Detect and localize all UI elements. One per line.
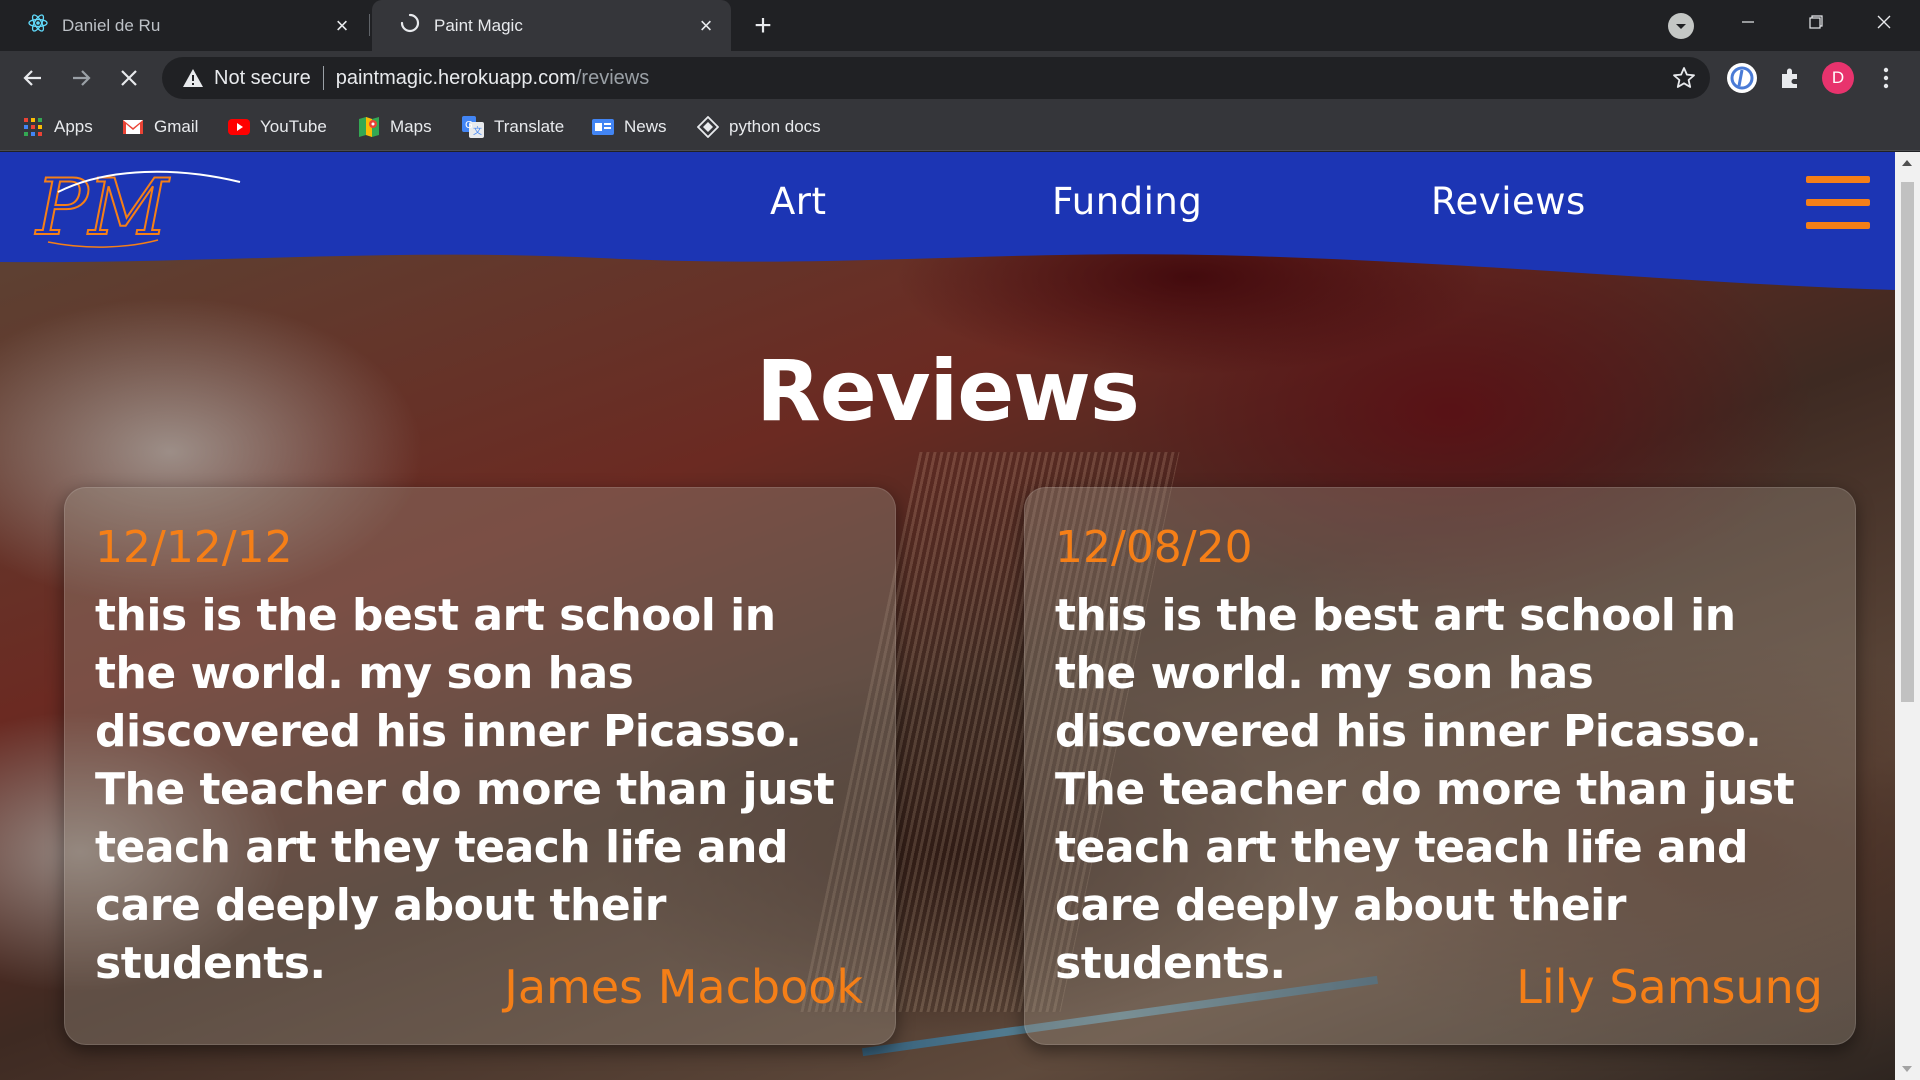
tab-daniel-de-ru[interactable]: Daniel de Ru ×	[0, 0, 367, 51]
bookmark-label: Apps	[54, 117, 93, 136]
svg-text:G: G	[465, 120, 473, 131]
browser-toolbar: Not secure paintmagic.herokuapp.com/revi…	[0, 51, 1920, 104]
nav-link-funding[interactable]: Funding	[1052, 180, 1202, 223]
close-window-button[interactable]	[1850, 0, 1918, 44]
bookmark-news[interactable]: News	[592, 104, 667, 150]
review-card: 12/08/20 this is the best art school in …	[1024, 487, 1856, 1045]
python-docs-icon	[697, 116, 719, 138]
site-navbar: PM Art Funding Reviews	[0, 152, 1895, 292]
scrollbar-thumb[interactable]	[1901, 182, 1914, 702]
bookmark-maps[interactable]: Maps	[358, 104, 432, 150]
site-logo[interactable]: PM	[28, 162, 248, 257]
address-divider	[322, 66, 324, 90]
restore-button[interactable]	[1782, 0, 1850, 44]
bookmark-label: python docs	[729, 117, 821, 136]
url-path: /reviews	[575, 66, 650, 89]
react-atom-icon	[28, 13, 48, 38]
bookmark-apps[interactable]: Apps	[22, 104, 93, 150]
gmail-icon	[122, 116, 144, 138]
profile-avatar[interactable]: D	[1822, 62, 1854, 94]
extensions-puzzle-icon[interactable]	[1774, 62, 1806, 94]
bookmark-label: Maps	[390, 117, 432, 136]
new-tab-button[interactable]: +	[747, 9, 779, 42]
bookmark-star-icon[interactable]	[1672, 66, 1696, 90]
stop-loading-button[interactable]	[111, 60, 147, 96]
nav-link-reviews[interactable]: Reviews	[1431, 180, 1586, 223]
news-icon	[592, 116, 614, 138]
review-card: 12/12/12 this is the best art school in …	[64, 487, 896, 1045]
loading-spinner-icon	[400, 13, 420, 38]
back-button[interactable]	[15, 60, 51, 96]
forward-button[interactable]	[63, 60, 99, 96]
tab-strip: Daniel de Ru × Paint Magic × +	[0, 0, 1920, 51]
youtube-icon	[228, 116, 250, 138]
browser-menu-icon[interactable]	[1870, 62, 1902, 94]
review-author: James Macbook	[504, 960, 863, 1014]
page-scrollbar[interactable]	[1895, 152, 1920, 1080]
review-text: this is the best art school in the world…	[95, 590, 835, 989]
tab-title: Daniel de Ru	[62, 15, 161, 35]
bookmark-translate[interactable]: G文 Translate	[462, 104, 564, 150]
bookmarks-bar: Apps Gmail YouTube Maps G文 Translate New…	[0, 104, 1920, 151]
apps-grid-icon	[22, 116, 44, 138]
bookmark-python-docs[interactable]: python docs	[697, 104, 821, 150]
page-title: Reviews	[756, 342, 1140, 440]
address-bar[interactable]: Not secure paintmagic.herokuapp.com/revi…	[162, 57, 1710, 99]
extension-icon[interactable]	[1726, 62, 1758, 94]
bookmark-label: Translate	[494, 117, 565, 136]
review-date: 12/12/12	[95, 522, 293, 573]
svg-text:文: 文	[473, 125, 482, 137]
warning-icon[interactable]	[182, 67, 204, 89]
translate-icon: G文	[462, 116, 484, 138]
minimize-button[interactable]	[1714, 0, 1782, 44]
maps-icon	[358, 116, 380, 138]
bookmark-label: News	[624, 117, 667, 136]
hamburger-menu-icon[interactable]	[1806, 176, 1870, 232]
nav-link-art[interactable]: Art	[770, 180, 827, 223]
tab-paint-magic[interactable]: Paint Magic ×	[372, 0, 731, 51]
tab-title: Paint Magic	[434, 15, 523, 35]
bookmark-youtube[interactable]: YouTube	[228, 104, 327, 150]
security-label[interactable]: Not secure	[214, 67, 311, 90]
tab-divider	[369, 14, 370, 36]
bookmark-label: Gmail	[154, 117, 199, 136]
review-author: Lily Samsung	[1516, 960, 1823, 1014]
review-text: this is the best art school in the world…	[1055, 590, 1795, 989]
scroll-down-arrow-icon[interactable]	[1902, 1066, 1912, 1072]
review-date: 12/08/20	[1055, 522, 1253, 573]
close-tab-icon[interactable]: ×	[695, 14, 717, 37]
bookmark-label: YouTube	[260, 117, 327, 136]
url-host: paintmagic.herokuapp.com	[335, 66, 576, 89]
tab-search-button[interactable]	[1668, 13, 1694, 39]
scroll-up-arrow-icon[interactable]	[1902, 160, 1912, 166]
close-tab-icon[interactable]: ×	[331, 14, 353, 37]
navbar-wave-background	[0, 152, 1895, 290]
page-viewport: PM Art Funding Reviews Reviews 12/12/12 …	[0, 152, 1920, 1080]
bookmark-gmail[interactable]: Gmail	[122, 104, 198, 150]
